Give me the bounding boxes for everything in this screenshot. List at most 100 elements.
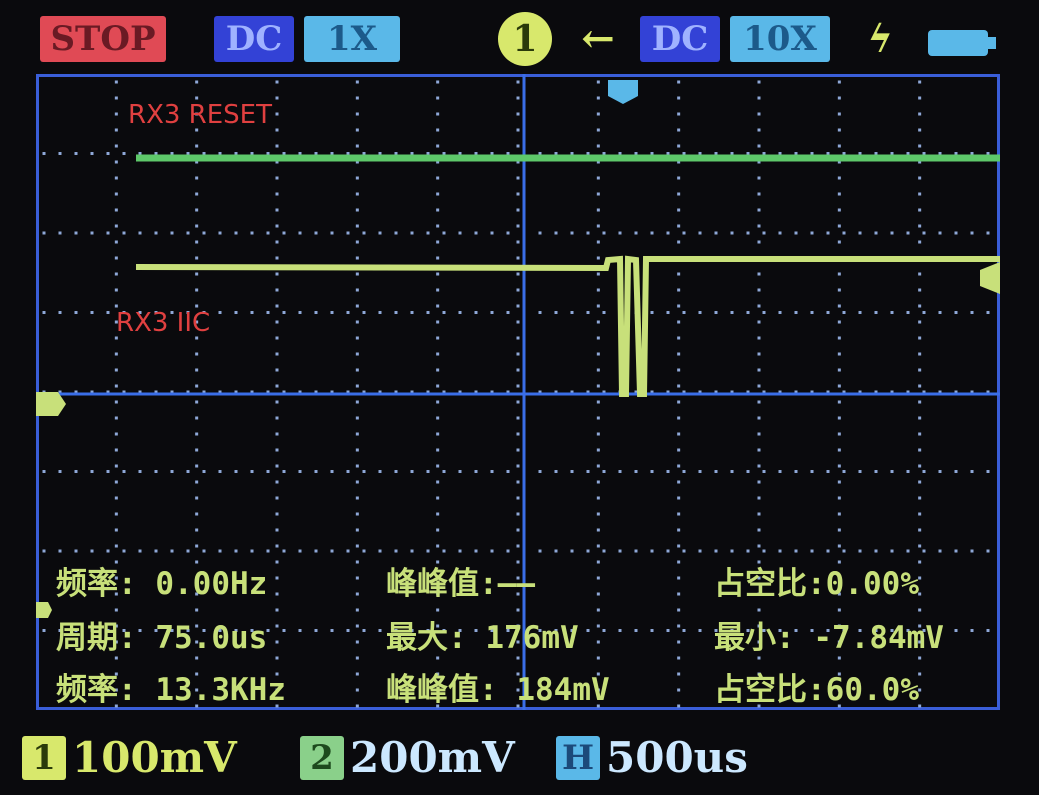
grid-dot [837,480,841,484]
grid-dot [842,311,846,314]
ch2-coupling-badge[interactable]: DC [214,16,294,62]
grid-dot [618,470,622,473]
grid-dot [106,470,110,473]
grid-dot [810,549,814,553]
grid-dot [442,311,446,314]
grid-dot [114,128,118,132]
ch1-coupling-badge[interactable]: DC [640,16,720,62]
grid-dot [436,208,440,212]
grid-dot [986,549,990,553]
grid-dot [516,144,520,148]
trigger-channel-badge[interactable]: 1 [498,12,552,66]
ch1-probe-badge[interactable]: 10X [730,16,830,62]
grid-dot [355,304,359,308]
grid-dot [436,464,440,468]
grid-dot [794,549,798,553]
grid-dot [516,400,520,404]
grid-dot [918,336,922,340]
grid-dot [195,384,199,388]
grid-dot [394,549,398,553]
grid-dot [234,470,238,473]
grid-dot [355,96,359,100]
grid-dot [986,311,990,314]
grid-dot [275,432,279,436]
grid-dot [74,470,78,473]
meas-min: 最小: -7.84mV [714,620,944,656]
grid-dot [730,231,734,235]
grid-dot [114,96,118,100]
grid-dot [757,144,761,148]
grid-dot [677,560,681,564]
ch1-scale-badge[interactable]: 1 [22,736,66,780]
grid-dot [436,96,440,100]
meas-duty-2: 占空比:60.0% [714,672,919,708]
grid-dot [842,231,846,235]
grid-dot [757,192,761,196]
grid-dot [918,80,922,84]
grid-dot [714,231,718,235]
grid-dot [58,152,62,155]
grid-dot [436,448,440,452]
grid-dot [275,416,279,420]
trace-label-iic: RX3 IIC [116,308,211,338]
grid-dot [275,464,279,468]
grid-dot [698,629,702,632]
grid-dot [442,549,446,553]
grid-dot [954,311,958,314]
grid-dot [890,549,894,553]
grid-dot [837,144,841,148]
grid-dot [618,549,622,553]
grid-dot [330,470,334,473]
grid-dot [275,176,279,180]
grid-dot [602,629,606,632]
grid-dot [362,231,366,235]
grid-dot [436,544,440,548]
grid-dot [757,208,761,212]
grid-dot [596,512,600,516]
grid-dot [918,384,922,388]
grid-dot [74,152,78,155]
grid-dot [195,432,199,436]
trigger-position-marker [608,80,638,104]
grid-dot [986,470,990,473]
meas-freq-1: 频率: 0.00Hz [56,566,268,602]
grid-dot [355,480,359,484]
grid-dot [810,470,814,473]
grid-dot [436,256,440,260]
grid-dot [682,311,686,314]
grid-dot [275,400,279,404]
grid-dot [330,629,334,632]
grid-dot [114,528,118,532]
grid-dot [677,416,681,420]
grid-dot [596,240,600,244]
grid-dot [837,384,841,388]
grid-dot [677,320,681,324]
grid-dot [874,470,878,473]
timebase-value: 500us [606,733,748,782]
grid-dot [757,352,761,356]
grid-dot [138,231,142,235]
grid-dot [474,311,478,314]
grid-dot [858,549,862,553]
grid-dot [275,144,279,148]
grid-dot [275,224,279,228]
ch2-probe-badge[interactable]: 1X [304,16,400,62]
ch2-scale-badge[interactable]: 2 [300,736,344,780]
grid-dot [596,96,600,100]
ch1-scale-value: 100mV [72,733,237,782]
grid-dot [970,470,974,473]
grid-dot [275,608,279,612]
grid-dot [90,231,94,235]
grid-dot [275,560,279,564]
grid-dot [837,464,841,468]
grid-dot [474,549,478,553]
run-stop-indicator[interactable]: STOP [40,16,166,62]
grid-dot [570,231,574,235]
grid-dot [922,470,926,473]
grid-dot [90,152,94,155]
timebase-badge[interactable]: H [556,736,600,780]
grid-dot [650,231,654,235]
grid-dot [436,80,440,84]
grid-dot [275,384,279,388]
trace-label-reset: RX3 RESET [128,100,272,130]
